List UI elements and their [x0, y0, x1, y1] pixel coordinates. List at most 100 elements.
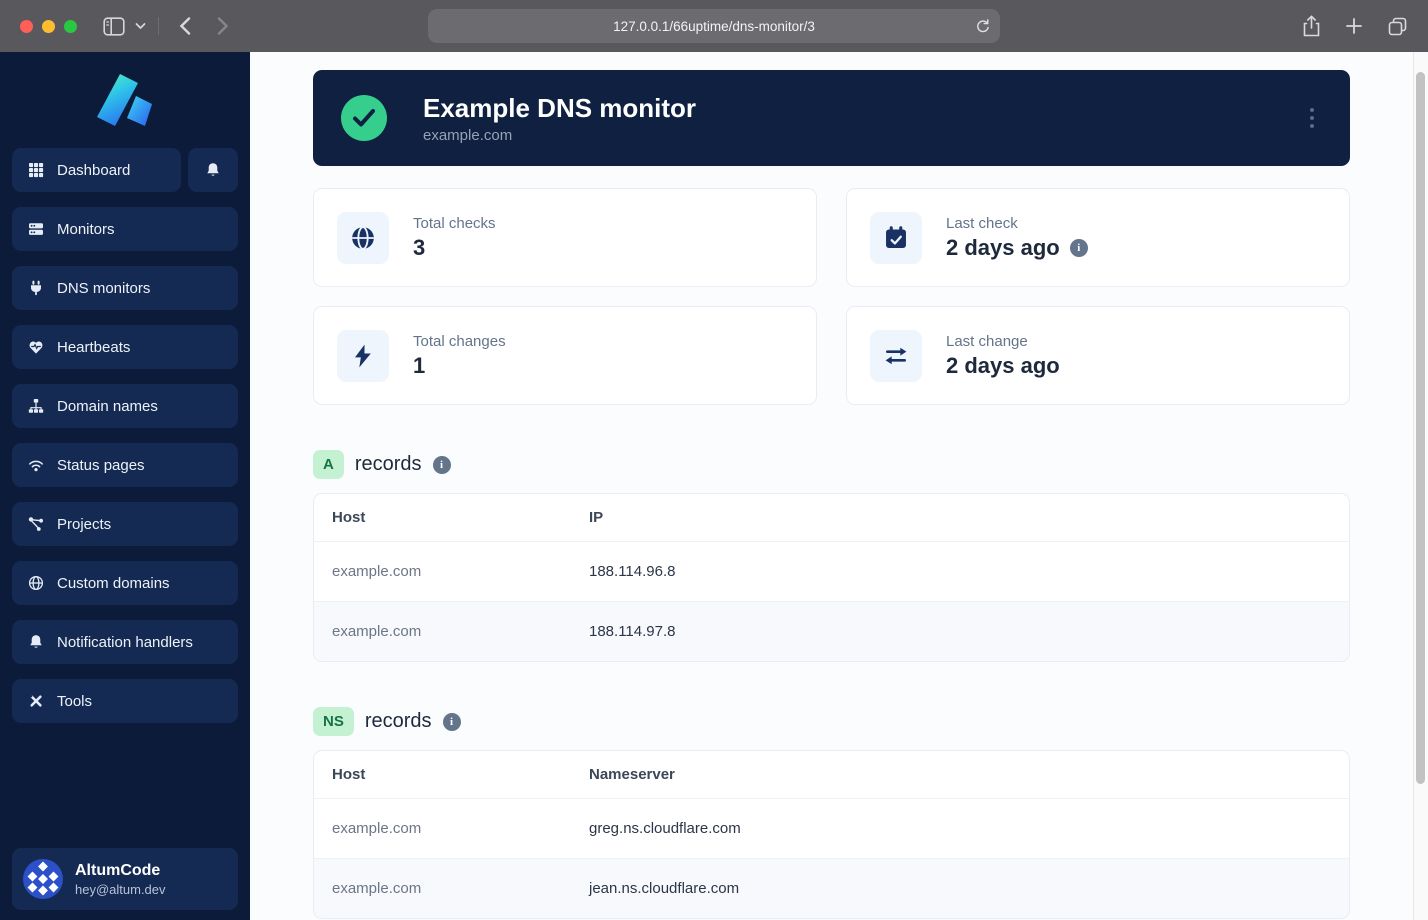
sidebar-item-label: DNS monitors [57, 279, 151, 297]
sidebar-item-label: Dashboard [57, 161, 131, 179]
table-row: example.com 188.114.97.8 [314, 601, 1349, 661]
sidebar-item-status-pages[interactable]: Status pages [12, 443, 238, 487]
share-icon[interactable] [1302, 15, 1321, 37]
a-records-table: Host IP example.com 188.114.96.8 example… [313, 493, 1350, 662]
sidebar-item-label: Status pages [57, 456, 145, 474]
stat-value: 2 days ago [946, 234, 1060, 260]
tab-overview-icon[interactable] [1387, 16, 1408, 37]
column-header-host: Host [314, 494, 571, 542]
table-row: example.com jean.ns.cloudflare.com [314, 858, 1349, 918]
scrollbar-track[interactable] [1413, 52, 1428, 920]
exchange-arrows-icon [870, 329, 922, 382]
sidebar-item-label: Domain names [57, 397, 158, 415]
stat-value: 3 [413, 234, 426, 260]
cell-ip: 188.114.97.8 [589, 623, 676, 640]
monitor-domain: example.com [423, 126, 513, 144]
monitor-header-card: Example DNS monitor example.com [313, 70, 1350, 166]
page-title: Example DNS monitor [423, 92, 697, 123]
calendar-check-icon [870, 211, 922, 264]
sidebar-item-tools[interactable]: Tools [12, 679, 238, 723]
main-content: Example DNS monitor example.com Total ch… [250, 52, 1428, 920]
sidebar-item-notification-handlers[interactable]: Notification handlers [12, 620, 238, 664]
sidebar-chevron-down-icon[interactable] [135, 22, 146, 30]
bell-icon [27, 634, 44, 650]
stats-grid: Total checks 3 Last check 2 days ago i T… [313, 188, 1350, 405]
sidebar-item-monitors[interactable]: Monitors [12, 207, 238, 251]
toolbar-divider [158, 17, 159, 35]
ns-records-heading: NS records i [313, 707, 1350, 736]
sidebar-item-domain-names[interactable]: Domain names [12, 384, 238, 428]
info-icon[interactable]: i [442, 712, 461, 731]
table-row: example.com greg.ns.cloudflare.com [314, 798, 1349, 859]
server-icon [27, 221, 44, 237]
stat-card-last-check: Last check 2 days ago i [846, 188, 1350, 287]
info-icon[interactable]: i [432, 455, 451, 474]
forward-button[interactable] [217, 17, 229, 35]
monitor-options-kebab-icon[interactable] [1302, 100, 1323, 137]
cell-host: example.com [314, 798, 571, 859]
avatar [23, 859, 63, 899]
stat-value: 1 [413, 352, 426, 378]
globe-icon [27, 575, 44, 591]
record-type-badge: A [313, 450, 344, 479]
stat-label: Total checks [413, 214, 496, 232]
stat-label: Total changes [413, 332, 506, 350]
info-icon[interactable]: i [1069, 238, 1088, 257]
browser-titlebar: 127.0.0.1/66uptime/dns-monitor/3 [0, 0, 1428, 52]
column-header-ip: IP [571, 494, 1349, 542]
stat-card-last-change: Last change 2 days ago [846, 306, 1350, 405]
minimize-window-button[interactable] [42, 19, 55, 33]
ns-records-table: Host Nameserver example.com greg.ns.clou… [313, 750, 1350, 919]
address-bar-url: 127.0.0.1/66uptime/dns-monitor/3 [613, 18, 815, 34]
network-nodes-icon [27, 516, 44, 532]
column-header-nameserver: Nameserver [571, 751, 1349, 799]
section-title: records [364, 710, 432, 732]
sidebar-item-label: Projects [57, 515, 112, 533]
address-bar[interactable]: 127.0.0.1/66uptime/dns-monitor/3 [428, 9, 1000, 43]
stat-value: 2 days ago [946, 352, 1060, 378]
reload-icon[interactable] [975, 18, 990, 34]
cell-ip: 188.114.96.8 [571, 541, 1349, 602]
sidebar-toggle-icon[interactable] [103, 16, 125, 36]
sidebar: Dashboard Monitors DNS monitors Heartbea… [0, 52, 250, 920]
cell-nameserver: jean.ns.cloudflare.com [589, 880, 740, 897]
close-window-button[interactable] [20, 19, 33, 33]
table-row: example.com 188.114.96.8 [314, 541, 1349, 602]
sidebar-item-projects[interactable]: Projects [12, 502, 238, 546]
sitemap-icon [27, 398, 44, 414]
record-type-badge: NS [313, 707, 354, 736]
sidebar-item-dashboard[interactable]: Dashboard [12, 148, 181, 192]
sidebar-item-custom-domains[interactable]: Custom domains [12, 561, 238, 605]
sidebar-item-label: Monitors [57, 220, 115, 238]
stat-label: Last check [946, 214, 1018, 232]
section-title: records [354, 453, 422, 475]
cell-host: example.com [332, 623, 422, 640]
heart-pulse-icon [27, 339, 44, 355]
sidebar-item-label: Heartbeats [57, 338, 131, 356]
app-logo[interactable] [12, 68, 238, 148]
grid-icon [27, 162, 44, 178]
sidebar-item-label: Custom domains [57, 574, 170, 592]
account-name: AltumCode [75, 861, 161, 879]
sidebar-item-label: Tools [57, 692, 93, 710]
stat-card-total-checks: Total checks 3 [313, 188, 817, 287]
column-header-host: Host [314, 751, 571, 799]
back-button[interactable] [179, 17, 191, 35]
sidebar-item-heartbeats[interactable]: Heartbeats [12, 325, 238, 369]
new-tab-icon[interactable] [1345, 17, 1363, 35]
notifications-button[interactable] [188, 148, 238, 192]
zoom-window-button[interactable] [64, 19, 77, 33]
altumcode-logo-icon [97, 74, 152, 126]
stat-card-total-changes: Total changes 1 [313, 306, 817, 405]
scrollbar-thumb[interactable] [1416, 72, 1425, 784]
bell-icon [205, 162, 222, 178]
sidebar-item-dns-monitors[interactable]: DNS monitors [12, 266, 238, 310]
cell-nameserver: greg.ns.cloudflare.com [571, 798, 1349, 859]
window-controls [20, 19, 77, 33]
plug-icon [27, 280, 44, 296]
cell-host: example.com [332, 880, 422, 897]
a-records-heading: A records i [313, 450, 1350, 479]
account-email: hey@altum.dev [75, 881, 166, 897]
account-card[interactable]: AltumCode hey@altum.dev [12, 848, 238, 910]
bolt-icon [337, 329, 389, 382]
